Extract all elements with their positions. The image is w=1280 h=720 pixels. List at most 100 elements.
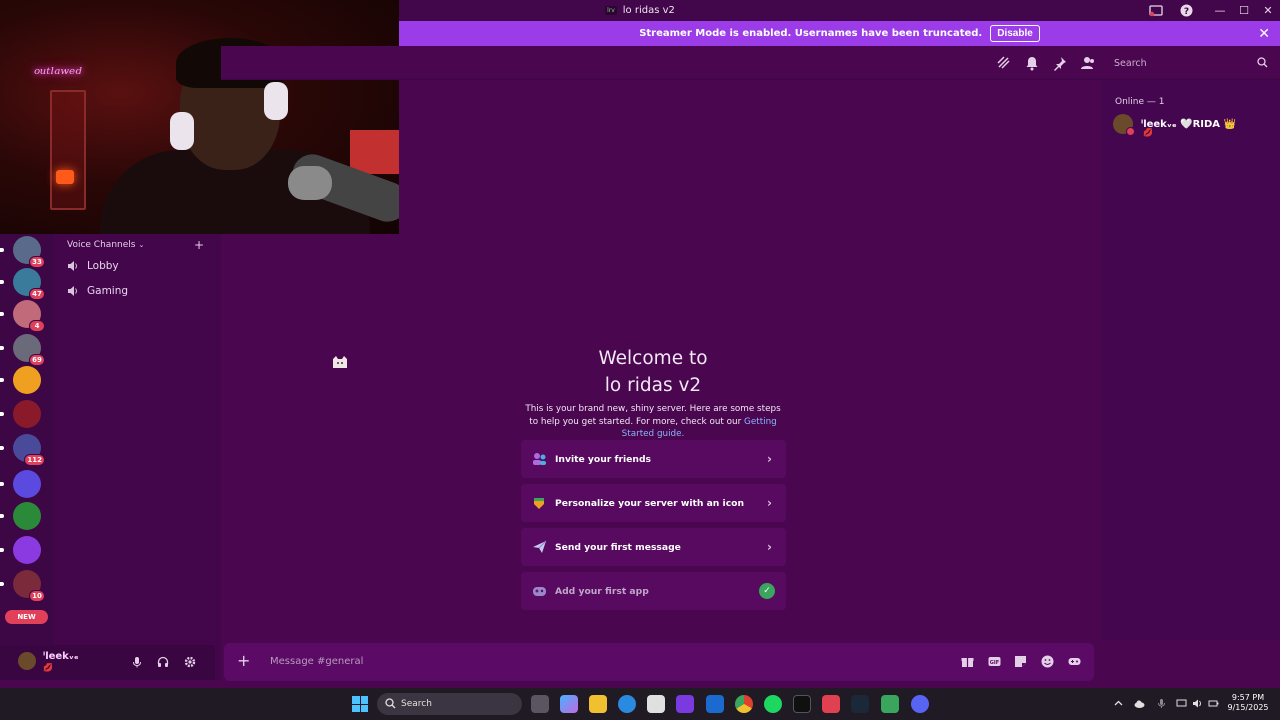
discord-icon[interactable] xyxy=(911,695,929,713)
threads-icon[interactable] xyxy=(996,55,1012,71)
search-icon xyxy=(1257,57,1268,68)
os-taskbar xyxy=(0,688,1280,720)
maximize-button[interactable]: ☐ xyxy=(1232,0,1256,21)
welcome-title: Welcome to lo ridas v2 xyxy=(553,345,753,399)
unread-pip xyxy=(0,378,4,382)
streamer-mode-banner: Streamer Mode is enabled. Usernames have… xyxy=(399,21,1280,46)
server-icon[interactable]: 33 xyxy=(13,236,45,268)
microphone-icon[interactable] xyxy=(131,656,143,668)
server-icon[interactable]: 112 xyxy=(13,434,45,466)
task-view-icon[interactable] xyxy=(531,695,549,713)
unread-pip xyxy=(0,280,4,284)
server-icon[interactable]: 47 xyxy=(13,268,45,300)
outlook-icon[interactable] xyxy=(706,695,724,713)
store-icon[interactable] xyxy=(647,695,665,713)
headphone-right xyxy=(264,82,288,120)
activities-gamepad-icon[interactable] xyxy=(1068,655,1081,668)
headphone-left xyxy=(170,112,194,150)
app-icon[interactable] xyxy=(676,695,694,713)
app-green-icon[interactable] xyxy=(881,695,899,713)
app-active-icon[interactable] xyxy=(822,695,840,713)
steam-icon[interactable] xyxy=(851,695,869,713)
bell-icon[interactable] xyxy=(1024,55,1040,71)
member-item[interactable]: ˡleekᵥₑ 🤍RIDA 👑 💋 xyxy=(1113,114,1236,137)
display-icon[interactable] xyxy=(1176,698,1187,709)
server-icon[interactable] xyxy=(13,470,41,498)
user-status: 💋 xyxy=(43,663,53,672)
windows-start-icon[interactable] xyxy=(352,696,368,712)
gamepad-icon xyxy=(531,583,547,599)
step-label: Personalize your server with an icon xyxy=(555,497,744,509)
unread-pip xyxy=(0,582,4,586)
voice-channel-lobby[interactable]: Lobby xyxy=(67,260,119,272)
checkmark-icon: ✓ xyxy=(759,583,775,599)
pin-icon[interactable] xyxy=(1052,55,1068,71)
step-personalize-server[interactable]: Personalize your server with an icon › xyxy=(521,484,786,522)
mic-tray-icon[interactable] xyxy=(1156,698,1167,709)
voice-category-header[interactable]: Voice Channels ⌄ xyxy=(67,240,144,250)
webcam-lamp xyxy=(56,170,74,184)
inbox-icon[interactable] xyxy=(1148,3,1164,19)
voice-channel-gaming[interactable]: Gaming xyxy=(67,285,128,297)
close-window-button[interactable]: ✕ xyxy=(1256,0,1280,21)
new-servers-pill[interactable]: NEW xyxy=(5,610,48,624)
clock-time: 9:57 PM xyxy=(1231,693,1265,702)
cloud-icon[interactable] xyxy=(1134,698,1145,709)
search-input[interactable]: Search xyxy=(1106,54,1274,72)
user-avatar[interactable] xyxy=(18,652,36,670)
server-icon[interactable] xyxy=(13,400,41,428)
taskbar-clock[interactable]: 9:57 PM 9/15/2025 xyxy=(1222,693,1274,713)
message-input[interactable] xyxy=(270,652,870,670)
speaker-icon xyxy=(68,286,77,296)
step-send-first-message[interactable]: Send your first message › xyxy=(521,528,786,566)
server-icon[interactable] xyxy=(13,366,41,394)
welcome-description: This is your brand new, shiny server. He… xyxy=(522,403,784,441)
headphones-icon[interactable] xyxy=(157,656,169,668)
search-icon xyxy=(385,698,396,709)
file-explorer-icon[interactable] xyxy=(589,695,607,713)
taskbar-search[interactable]: Search xyxy=(377,693,522,715)
step-invite-friends[interactable]: Invite your friends › xyxy=(521,440,786,478)
voice-category-label: Voice Channels xyxy=(67,240,136,250)
unread-pip xyxy=(0,548,4,552)
server-mention-badge: 69 xyxy=(29,354,45,366)
volume-icon[interactable] xyxy=(1192,698,1203,709)
chevron-right-icon: › xyxy=(767,540,772,554)
battery-icon[interactable] xyxy=(1208,698,1219,709)
server-icon[interactable]: 4 xyxy=(13,300,45,332)
member-list-icon[interactable] xyxy=(1080,55,1096,71)
unread-pip xyxy=(0,514,4,518)
server-icon[interactable] xyxy=(13,536,41,564)
server-mention-badge: 112 xyxy=(24,454,45,466)
edge-browser-icon[interactable] xyxy=(618,695,636,713)
minimize-button[interactable]: — xyxy=(1208,0,1232,21)
copilot-icon[interactable] xyxy=(560,695,578,713)
server-icon[interactable] xyxy=(13,502,41,530)
banner-close-icon[interactable]: ✕ xyxy=(1258,26,1270,42)
emoji-icon[interactable] xyxy=(1041,655,1054,668)
add-channel-icon[interactable]: + xyxy=(194,238,204,252)
server-icon[interactable]: 10 xyxy=(13,570,45,602)
spotify-icon[interactable] xyxy=(764,695,782,713)
webcam-neon-sign: ᵒᵘᵗˡᵃʷᵉᵈ xyxy=(34,64,82,83)
attach-plus-icon[interactable]: + xyxy=(237,651,250,670)
chevron-up-icon[interactable] xyxy=(1113,698,1124,709)
sticker-icon[interactable] xyxy=(1014,655,1027,668)
disable-streamer-mode-button[interactable]: Disable xyxy=(990,25,1040,42)
speaker-icon xyxy=(68,261,77,271)
step-add-first-app[interactable]: Add your first app ✓ xyxy=(521,572,786,610)
unread-pip xyxy=(0,412,4,416)
microphone-head xyxy=(288,166,332,200)
welcome-desc-text: This is your brand new, shiny server. He… xyxy=(525,404,781,427)
settings-gear-icon[interactable] xyxy=(184,656,196,668)
search-placeholder: Search xyxy=(1114,57,1147,69)
help-icon[interactable]: ? xyxy=(1178,3,1194,19)
titlebar-controls: ? — ☐ ✕ xyxy=(1148,0,1280,21)
server-mention-badge: 10 xyxy=(29,590,45,602)
gif-icon[interactable]: GIF xyxy=(988,655,1001,668)
chrome-icon[interactable] xyxy=(735,695,753,713)
server-mention-badge: 33 xyxy=(29,256,45,268)
gift-icon[interactable] xyxy=(961,655,974,668)
tiktok-icon[interactable] xyxy=(793,695,811,713)
server-icon[interactable]: 69 xyxy=(13,334,45,366)
